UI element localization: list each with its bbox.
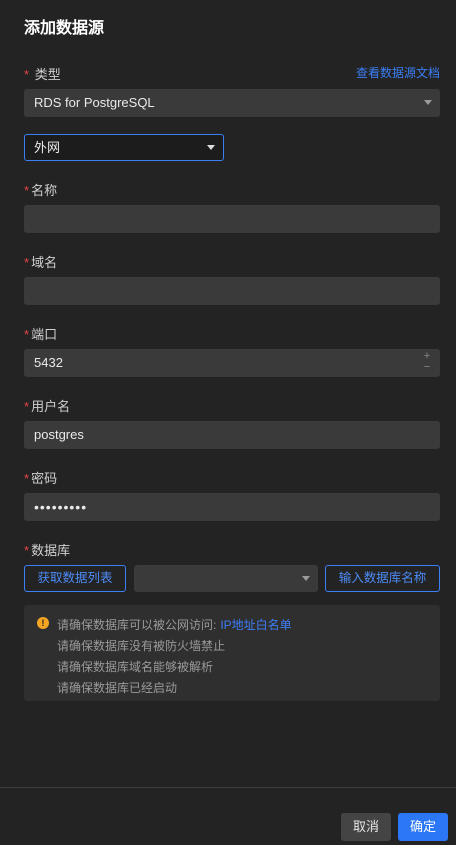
type-label-text: 类型 — [34, 67, 61, 82]
database-label-text: 数据库 — [31, 543, 71, 558]
network-select[interactable]: 外网 — [24, 134, 224, 161]
port-input[interactable]: 5432 + − — [24, 349, 440, 377]
type-label: * 类型 — [24, 64, 61, 83]
info-icon: ! — [37, 617, 49, 629]
port-label-text: 端口 — [31, 327, 58, 342]
username-label: * 用户名 — [24, 396, 70, 415]
notice-text: 请确保数据库可以被公网访问: — [57, 618, 217, 632]
footer-divider — [0, 787, 456, 788]
view-docs-link[interactable]: 查看数据源文档 — [356, 64, 440, 81]
required-mark: * — [24, 327, 30, 342]
notice-line: 请确保数据库没有被防火墙禁止 — [57, 639, 226, 653]
port-input-value: 5432 — [34, 355, 63, 370]
port-stepper[interactable]: + − — [422, 351, 432, 373]
notice-box: ! 请确保数据库可以被公网访问: IP地址白名单 请确保数据库没有被防火墙禁止 请… — [24, 605, 440, 701]
required-mark: * — [24, 255, 30, 270]
database-select[interactable] — [134, 565, 318, 592]
enter-database-name-button[interactable]: 输入数据库名称 — [325, 565, 440, 592]
domain-label: * 域名 — [24, 252, 57, 271]
required-mark: * — [24, 67, 30, 82]
password-label: * 密码 — [24, 468, 57, 487]
notice-line: 请确保数据库可以被公网访问: IP地址白名单 — [57, 616, 292, 633]
password-input[interactable]: ••••••••• — [24, 493, 440, 521]
required-mark: * — [24, 399, 30, 414]
database-label: * 数据库 — [24, 540, 70, 559]
name-input[interactable] — [24, 205, 440, 233]
name-label: * 名称 — [24, 180, 57, 199]
notice-line: 请确保数据库已经启动 — [57, 681, 178, 695]
confirm-button[interactable]: 确定 — [398, 813, 448, 841]
chevron-down-icon — [207, 145, 215, 150]
username-input[interactable]: postgres — [24, 421, 440, 449]
fetch-database-list-button[interactable]: 获取数据列表 — [24, 565, 126, 592]
domain-label-text: 域名 — [31, 255, 58, 270]
chevron-down-icon — [302, 576, 310, 581]
ip-whitelist-link[interactable]: IP地址白名单 — [220, 618, 291, 632]
domain-input[interactable] — [24, 277, 440, 305]
password-label-text: 密码 — [31, 471, 58, 486]
type-select[interactable]: RDS for PostgreSQL — [24, 89, 440, 117]
port-label: * 端口 — [24, 324, 57, 343]
network-select-value: 外网 — [34, 140, 61, 155]
chevron-down-icon — [424, 100, 432, 105]
decrement-icon[interactable]: − — [422, 362, 432, 373]
username-label-text: 用户名 — [31, 399, 71, 414]
required-mark: * — [24, 471, 30, 486]
cancel-button[interactable]: 取消 — [341, 813, 391, 841]
type-select-value: RDS for PostgreSQL — [34, 95, 155, 110]
dialog-title: 添加数据源 — [24, 20, 105, 37]
notice-line: 请确保数据库域名能够被解析 — [57, 660, 214, 674]
required-mark: * — [24, 543, 30, 558]
required-mark: * — [24, 183, 30, 198]
name-label-text: 名称 — [31, 183, 58, 198]
